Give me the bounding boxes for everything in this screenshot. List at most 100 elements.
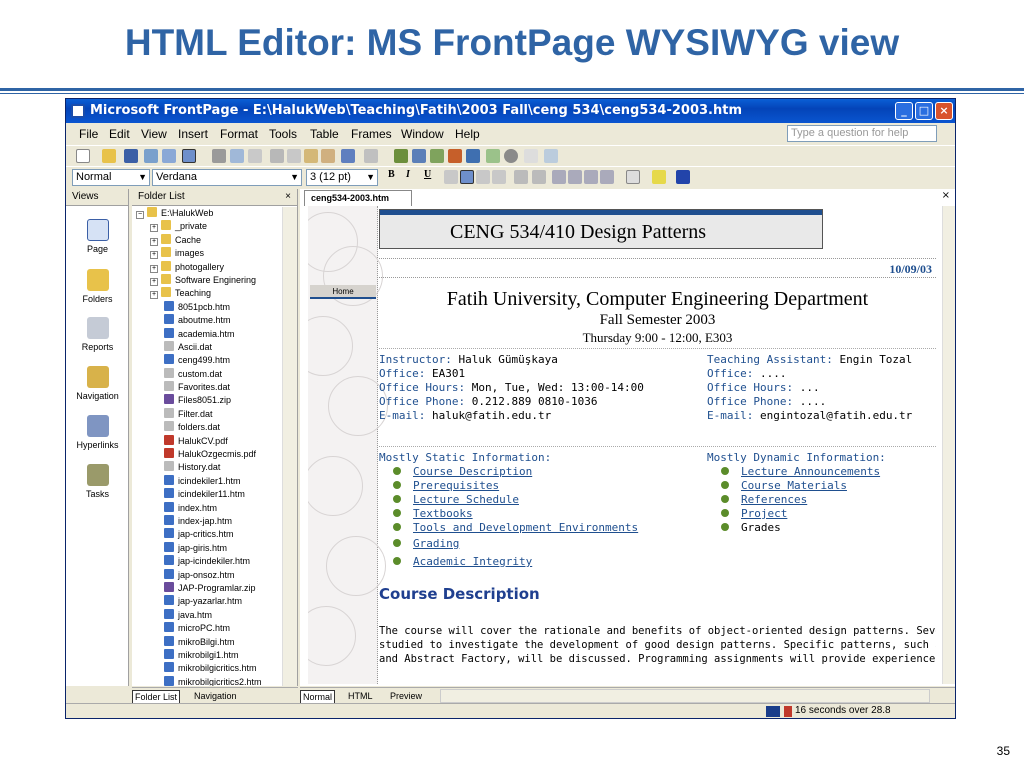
menu-file[interactable]: File — [79, 127, 98, 141]
menu-format[interactable]: Format — [220, 127, 258, 141]
link-item[interactable]: Lecture Schedule — [393, 493, 519, 506]
tree-file[interactable]: Files8051.zip — [132, 394, 282, 407]
minimize-button[interactable]: _ — [895, 102, 913, 120]
view-hyperlinks[interactable]: Hyperlinks — [66, 415, 129, 450]
document-tab[interactable]: ceng534-2003.htm — [304, 190, 412, 206]
format-painter-icon[interactable] — [321, 149, 335, 163]
font-color-icon[interactable] — [676, 170, 690, 184]
tree-file[interactable]: jap-critics.htm — [132, 528, 282, 541]
link-item[interactable]: Course Materials — [721, 479, 847, 492]
help-icon[interactable] — [544, 149, 558, 163]
link-item[interactable]: Project — [721, 507, 787, 520]
close-button[interactable]: × — [935, 102, 953, 120]
menu-table[interactable]: Table — [310, 127, 339, 141]
preview-icon[interactable] — [230, 149, 244, 163]
tree-file[interactable]: Ascii.dat — [132, 340, 282, 354]
increase-indent-icon[interactable] — [600, 170, 614, 184]
view-tasks[interactable]: Tasks — [66, 464, 129, 499]
view-folders[interactable]: Folders — [66, 269, 129, 304]
menu-tools[interactable]: Tools — [269, 127, 297, 141]
view-reports[interactable]: Reports — [66, 317, 129, 352]
undo-icon[interactable] — [341, 149, 355, 163]
tree-file[interactable]: custom.dat — [132, 367, 282, 381]
tree-file[interactable]: icindekiler11.htm — [132, 488, 282, 501]
tree-file[interactable]: academia.htm — [132, 327, 282, 341]
tree-folder[interactable]: + Cache — [132, 233, 282, 247]
insert-table-icon[interactable] — [412, 149, 426, 163]
size-select[interactable]: 3 (12 pt) ▼ — [306, 169, 378, 186]
preview-tab[interactable]: Preview — [388, 690, 424, 702]
expand-icon[interactable]: + — [150, 224, 158, 233]
tree-folder[interactable]: + images — [132, 247, 282, 260]
refresh-icon[interactable] — [486, 149, 500, 163]
link-item[interactable]: References — [721, 493, 807, 506]
link-item[interactable]: Textbooks — [393, 507, 473, 520]
link-text[interactable]: Lecture Schedule — [413, 493, 519, 506]
link-text[interactable]: Academic Integrity — [413, 555, 532, 568]
numbering-icon[interactable] — [552, 170, 566, 184]
tree-file[interactable]: HalukCV.pdf — [132, 434, 282, 448]
show-all-icon[interactable] — [524, 149, 538, 163]
tree-folder[interactable]: + Software Enginering — [132, 273, 282, 287]
folder-list-close-icon[interactable]: × — [285, 189, 291, 205]
publish-icon[interactable] — [144, 149, 158, 163]
view-page[interactable]: Page — [66, 219, 129, 254]
menu-window[interactable]: Window — [401, 127, 444, 141]
document-close-icon[interactable]: × — [942, 190, 950, 201]
insert-picture-icon[interactable] — [430, 149, 444, 163]
maximize-button[interactable]: □ — [915, 102, 933, 120]
tree-file[interactable]: icindekiler1.htm — [132, 474, 282, 488]
decrease-font-icon[interactable] — [532, 170, 546, 184]
tree-file[interactable]: Filter.dat — [132, 407, 282, 421]
window-titlebar[interactable]: Microsoft FrontPage - E:\HalukWeb\Teachi… — [66, 99, 955, 123]
tree-file[interactable]: microPC.htm — [132, 622, 282, 635]
tree-file[interactable]: index-jap.htm — [132, 514, 282, 528]
link-text[interactable]: Project — [741, 507, 787, 520]
expand-icon[interactable]: + — [150, 277, 158, 286]
tree-file[interactable]: HalukOzgecmis.pdf — [132, 448, 282, 461]
document-canvas[interactable]: Home CENG 534/410 Design Patterns 10/09/… — [308, 206, 936, 684]
tree-file[interactable]: java.htm — [132, 608, 282, 622]
link-text[interactable]: Tools and Development Environments — [413, 521, 638, 534]
folder-list-scrollbar[interactable] — [282, 207, 297, 686]
frontpage-app-icon[interactable] — [71, 104, 85, 118]
menu-frames[interactable]: Frames — [351, 127, 392, 141]
tree-file[interactable]: 8051pcb.htm — [132, 300, 282, 314]
cut-icon[interactable] — [270, 149, 284, 163]
bullets-icon[interactable] — [568, 170, 582, 184]
link-text[interactable]: Textbooks — [413, 507, 473, 520]
copy-icon[interactable] — [287, 149, 301, 163]
tree-file[interactable]: folders.dat — [132, 421, 282, 434]
tree-file[interactable]: ceng499.htm — [132, 354, 282, 367]
menu-edit[interactable]: Edit — [109, 127, 130, 141]
folder-list-tab[interactable]: Folder List — [132, 690, 181, 704]
justify-icon[interactable] — [492, 170, 506, 184]
tree-file[interactable]: mikrobilgicritics.htm — [132, 662, 282, 675]
horizontal-scrollbar[interactable] — [440, 689, 930, 703]
link-item[interactable]: Grading — [393, 537, 459, 550]
underline-button[interactable]: U — [424, 169, 431, 180]
align-right-icon[interactable] — [476, 170, 490, 184]
expand-icon[interactable]: + — [150, 291, 158, 300]
link-item[interactable]: Course Description — [393, 465, 532, 478]
link-item[interactable]: Academic Integrity — [393, 555, 532, 568]
tree-file[interactable]: Favorites.dat — [132, 381, 282, 394]
menu-help[interactable]: Help — [455, 127, 480, 141]
link-text[interactable]: Course Description — [413, 465, 532, 478]
paste-icon[interactable] — [304, 149, 318, 163]
tree-file[interactable]: jap-icindekiler.htm — [132, 555, 282, 568]
folder-list-toggle-icon[interactable] — [162, 149, 176, 163]
tree-file[interactable]: mikrobilgi1.htm — [132, 648, 282, 662]
menu-insert[interactable]: Insert — [178, 127, 208, 141]
link-item[interactable]: Prerequisites — [393, 479, 499, 492]
tree-root[interactable]: − E:\HalukWeb — [132, 207, 282, 220]
ask-question-input[interactable]: Type a question for help — [787, 125, 937, 142]
link-text[interactable]: Lecture Announcements — [741, 465, 880, 478]
expand-icon[interactable]: + — [150, 264, 158, 273]
link-text[interactable]: Course Materials — [741, 479, 847, 492]
link-text[interactable]: References — [741, 493, 807, 506]
redo-icon[interactable] — [364, 149, 378, 163]
navigation-tab[interactable]: Navigation — [192, 690, 239, 702]
view-navigation[interactable]: Navigation — [66, 366, 129, 401]
web-component-icon[interactable] — [394, 149, 408, 163]
